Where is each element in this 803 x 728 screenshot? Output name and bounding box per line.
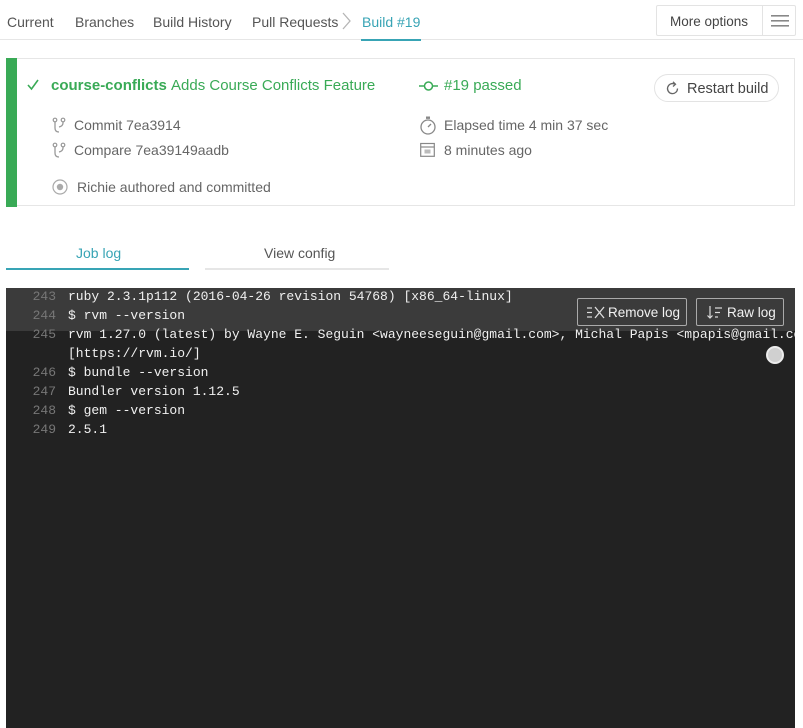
log-text: $ gem --version [68, 403, 186, 418]
scroll-to-top-button[interactable] [766, 346, 784, 364]
tab-current[interactable]: Current [7, 14, 54, 30]
line-number[interactable]: 249 [24, 421, 56, 438]
log-text: $ rvm --version [68, 308, 186, 323]
log-line: 244 $ rvm --version [6, 307, 795, 324]
line-number[interactable]: 248 [24, 402, 56, 419]
check-icon [27, 79, 39, 91]
log-line: 247 Bundler version 1.12.5 [6, 383, 795, 400]
log-line: 246 $ bundle --version [6, 364, 795, 381]
more-options-button[interactable]: More options [670, 14, 748, 29]
log-text: rvm 1.27.0 (latest) by Wayne E. Seguin <… [68, 327, 795, 342]
line-number[interactable]: 244 [24, 307, 56, 324]
chevron-right-icon [342, 12, 351, 30]
line-number[interactable]: 243 [24, 288, 56, 305]
log-line: [https://rvm.io/] [6, 345, 795, 362]
restart-build-label: Restart build [687, 81, 769, 97]
log-line: 245 rvm 1.27.0 (latest) by Wayne E. Segui… [6, 326, 795, 343]
calendar-icon [420, 142, 435, 157]
restart-icon [666, 81, 679, 95]
finished-time: 8 minutes ago [444, 142, 532, 158]
log-text: ruby 2.3.1p112 (2016-04-26 revision 5476… [68, 289, 513, 304]
tab-job-log-underline [6, 268, 189, 270]
log-text: Bundler version 1.12.5 [68, 384, 240, 399]
status-bar [6, 58, 17, 207]
commit-icon [419, 81, 438, 91]
job-log: Remove log Raw log 1Worker informationwo… [6, 288, 795, 728]
log-text: 2.5.1 [68, 422, 108, 437]
restart-build-button[interactable]: Restart build [654, 74, 779, 102]
git-commit-icon [52, 117, 66, 133]
tab-job-log[interactable]: Job log [76, 245, 121, 261]
log-text: [https://rvm.io/] [68, 346, 201, 361]
commit-message: Adds Course Conflicts Feature [171, 77, 376, 94]
tab-view-config[interactable]: View config [264, 245, 335, 261]
line-number[interactable]: 245 [24, 326, 56, 343]
stopwatch-icon [420, 116, 436, 135]
build-status[interactable]: #19 passed [444, 77, 522, 94]
log-line: 249 2.5.1 [6, 421, 795, 438]
line-number[interactable]: 246 [24, 364, 56, 381]
author-info: Richie authored and committed [77, 179, 271, 195]
divider [762, 6, 763, 35]
compare-link[interactable]: Compare 7ea39149aadb [74, 142, 229, 158]
commit-link[interactable]: Commit 7ea3914 [74, 117, 181, 133]
tab-view-config-underline [205, 268, 389, 270]
more-options-menu[interactable]: More options [656, 5, 796, 36]
elapsed-time: Elapsed time 4 min 37 sec [444, 117, 609, 133]
tab-build-19[interactable]: Build #19 [360, 14, 422, 41]
hamburger-menu-icon[interactable] [771, 15, 789, 27]
log-line: 243 ruby 2.3.1p112 (2016-04-26 revision 5… [6, 288, 795, 305]
log-line: 248 $ gem --version [6, 402, 795, 419]
top-navigation: Current Branches Build History Pull Requ… [0, 0, 803, 41]
tab-build-history[interactable]: Build History [153, 14, 232, 30]
tab-branches[interactable]: Branches [75, 14, 134, 30]
tab-pull-requests[interactable]: Pull Requests [252, 14, 338, 30]
line-number[interactable]: 247 [24, 383, 56, 400]
git-compare-icon [52, 142, 66, 158]
branch-name[interactable]: course-conflicts [51, 77, 167, 94]
build-summary-card: course-conflicts Adds Course Conflicts F… [6, 58, 795, 207]
avatar [52, 179, 68, 195]
log-text: $ bundle --version [68, 365, 209, 380]
